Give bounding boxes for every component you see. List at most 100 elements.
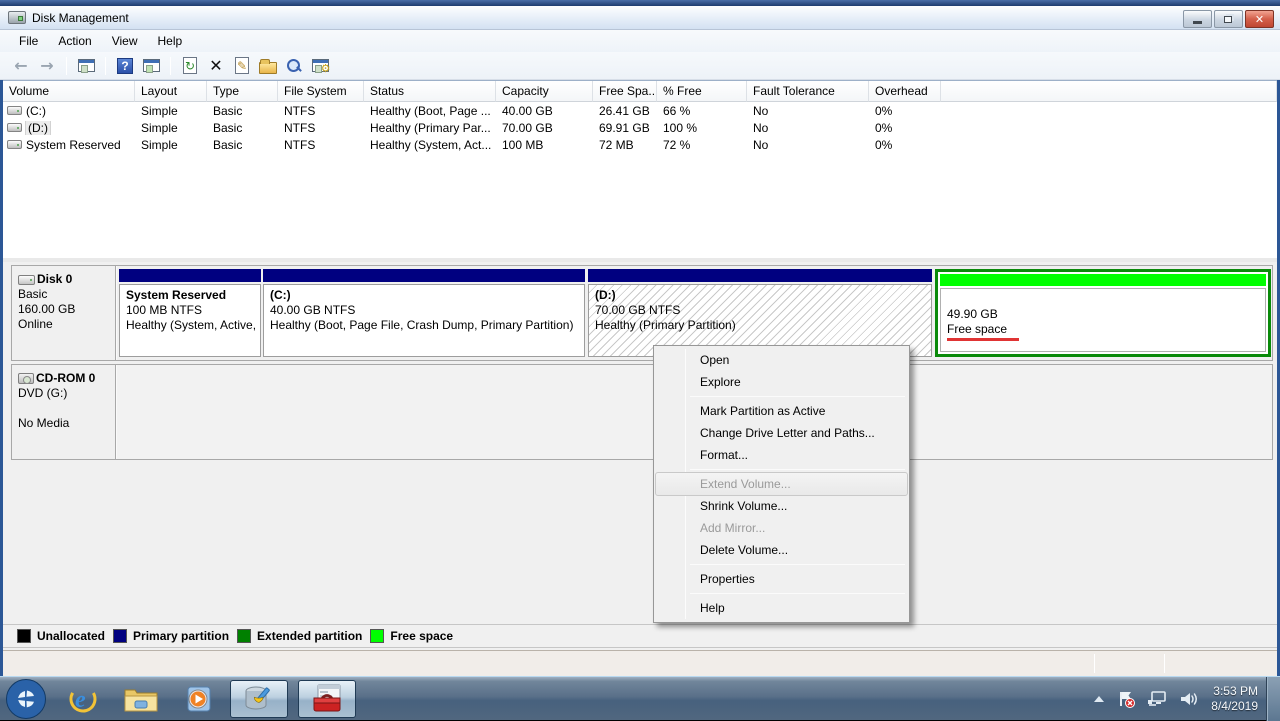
menu-help[interactable]: Help — [149, 32, 192, 50]
disk-management-taskbar-button[interactable] — [230, 680, 288, 718]
menu-item-add-mirror[interactable]: Add Mirror... — [656, 517, 907, 539]
desktop: Disk Management ✕ File Action View Help … — [0, 0, 1280, 720]
free-space-color-bar — [940, 274, 1266, 286]
volume-name: (D:) — [26, 121, 50, 135]
legend-item-free-space: Free space — [370, 629, 453, 643]
column-header-fault-tolerance[interactable]: Fault Tolerance — [747, 81, 869, 102]
partition-free-space[interactable]: 49.90 GB Free space — [935, 269, 1271, 357]
menu-item-format[interactable]: Format... — [656, 444, 907, 466]
cell-pct-free: 66 % — [657, 104, 747, 118]
menu-item-properties[interactable]: Properties — [656, 568, 907, 590]
status-bar — [3, 650, 1277, 676]
toolbox-icon — [310, 682, 344, 716]
menu-item-delete-volume[interactable]: Delete Volume... — [656, 539, 907, 561]
delete-button[interactable]: ✕ — [205, 55, 227, 77]
admin-toolbox-taskbar-button[interactable] — [298, 680, 356, 718]
volume-icon[interactable] — [1179, 690, 1199, 708]
menu-item-mark-partition-active[interactable]: Mark Partition as Active — [656, 400, 907, 422]
hidden-icons-button[interactable] — [1093, 694, 1105, 704]
minimize-button[interactable] — [1183, 10, 1212, 28]
column-header-capacity[interactable]: Capacity — [496, 81, 593, 102]
manage-button[interactable]: ⚙ — [309, 55, 331, 77]
table-row-system-reserved[interactable]: System Reserved Simple Basic NTFS Health… — [3, 136, 1277, 153]
media-player-icon[interactable] — [178, 679, 220, 719]
refresh-icon: ↻ — [183, 57, 197, 74]
menu-item-extend-volume[interactable]: Extend Volume... — [656, 473, 907, 495]
partition-size: 70.00 GB NTFS — [595, 303, 925, 318]
column-header-pct-free[interactable]: % Free — [657, 81, 747, 102]
menu-view[interactable]: View — [103, 32, 147, 50]
window-title: Disk Management — [32, 11, 129, 25]
cell-status: Healthy (Primary Par... — [364, 121, 496, 135]
cell-layout: Simple — [135, 138, 207, 152]
taskbar-clock[interactable]: 3:53 PM 8/4/2019 — [1211, 684, 1258, 714]
column-header-layout[interactable]: Layout — [135, 81, 207, 102]
cell-fault-tolerance: No — [747, 138, 869, 152]
cell-file-system: NTFS — [278, 121, 364, 135]
menu-item-explore[interactable]: Explore — [656, 371, 907, 393]
disk-management-icon — [243, 683, 275, 715]
column-header-volume[interactable]: Volume — [3, 81, 135, 102]
forward-button[interactable]: → — [36, 55, 58, 77]
partition-context-menu: Open Explore Mark Partition as Active Ch… — [653, 345, 910, 623]
disk0-state: Online — [18, 317, 115, 332]
column-header-overhead[interactable]: Overhead — [869, 81, 941, 102]
title-bar[interactable]: Disk Management ✕ — [0, 6, 1280, 30]
restore-button[interactable] — [1214, 10, 1243, 28]
start-button[interactable] — [6, 679, 46, 719]
windows-explorer-icon[interactable] — [120, 679, 162, 719]
column-header-file-system[interactable]: File System — [278, 81, 364, 102]
column-header-status[interactable]: Status — [364, 81, 496, 102]
menu-file[interactable]: File — [10, 32, 47, 50]
annotation-underline — [947, 338, 1019, 341]
cdrom-header[interactable]: CD-ROM 0 DVD (G:) No Media — [12, 365, 116, 459]
help-button[interactable]: ? — [114, 55, 136, 77]
cdrom-icon — [18, 373, 34, 384]
menu-item-shrink-volume[interactable]: Shrink Volume... — [656, 495, 907, 517]
cell-capacity: 100 MB — [496, 138, 593, 152]
table-row-d[interactable]: (D:) Simple Basic NTFS Healthy (Primary … — [3, 119, 1277, 136]
toolbar-separator — [170, 57, 171, 75]
legend-item-extended-partition: Extended partition — [237, 629, 362, 643]
extended-partition-swatch — [237, 629, 251, 643]
legend-bar: Unallocated Primary partition Extended p… — [3, 624, 1277, 648]
properties-button[interactable]: ✎ — [231, 55, 253, 77]
disk-management-app-icon — [8, 11, 26, 24]
windows-logo-icon — [15, 688, 37, 710]
clock-time: 3:53 PM — [1211, 684, 1258, 699]
unallocated-swatch — [17, 629, 31, 643]
disk0-header[interactable]: Disk 0 Basic 160.00 GB Online — [12, 266, 116, 360]
menu-item-help[interactable]: Help — [656, 597, 907, 619]
table-row-c[interactable]: (C:) Simple Basic NTFS Healthy (Boot, Pa… — [3, 102, 1277, 119]
cell-layout: Simple — [135, 104, 207, 118]
free-space-swatch — [370, 629, 384, 643]
partition-color-bar — [588, 269, 932, 282]
properties-icon: ✎ — [235, 57, 249, 74]
drive-icon — [7, 140, 22, 149]
refresh-button[interactable]: ↻ — [179, 55, 201, 77]
network-icon[interactable] — [1147, 690, 1167, 708]
action-center-flag-icon[interactable] — [1117, 690, 1135, 708]
show-action-pane-button[interactable] — [140, 55, 162, 77]
menu-item-open[interactable]: Open — [656, 349, 907, 371]
partition-system-reserved[interactable]: System Reserved 100 MB NTFS Healthy (Sys… — [119, 269, 261, 357]
open-button[interactable] — [257, 55, 279, 77]
disk-graphical-pane: Disk 0 Basic 160.00 GB Online System Res… — [3, 262, 1277, 650]
disk0-label: Disk 0 — [37, 272, 72, 287]
cell-type: Basic — [207, 121, 278, 135]
show-desktop-button[interactable] — [1266, 677, 1280, 721]
back-button[interactable]: ← — [10, 55, 32, 77]
find-button[interactable] — [283, 55, 305, 77]
volume-table-header: Volume Layout Type File System Status Ca… — [3, 81, 1277, 102]
internet-explorer-icon[interactable]: e — [62, 679, 104, 719]
menu-item-change-drive-letter[interactable]: Change Drive Letter and Paths... — [656, 422, 907, 444]
column-header-free-space[interactable]: Free Spa... — [593, 81, 657, 102]
cell-layout: Simple — [135, 121, 207, 135]
cell-type: Basic — [207, 104, 278, 118]
close-button[interactable]: ✕ — [1245, 10, 1274, 28]
menu-action[interactable]: Action — [49, 32, 100, 50]
partition-c[interactable]: (C:) 40.00 GB NTFS Healthy (Boot, Page F… — [263, 269, 585, 357]
column-header-type[interactable]: Type — [207, 81, 278, 102]
show-console-tree-button[interactable] — [75, 55, 97, 77]
partition-d-selected[interactable]: (D:) 70.00 GB NTFS Healthy (Primary Part… — [588, 269, 932, 357]
